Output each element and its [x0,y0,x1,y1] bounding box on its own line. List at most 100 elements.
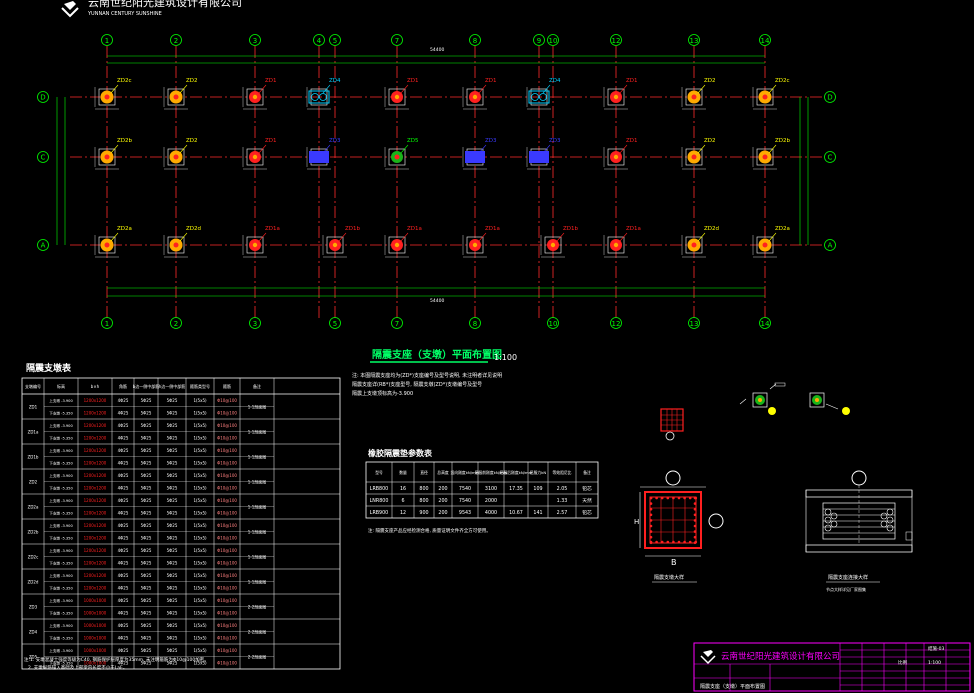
axis-label-left-A: A [41,242,46,250]
pier-label: ZD1a [407,226,422,232]
bearing-table-header: 数量 [399,470,407,475]
pier-table-cell: 下支墩 -5.350 [49,561,73,566]
pier-table-cell: Φ10@100 [217,586,237,591]
pier-table-cell: Φ10@100 [217,561,237,566]
pier-table-cell: 1200x1200 [84,411,107,416]
pier-table-header: 箍筋 [223,383,231,389]
pier-table-cell: 4Φ25 [118,561,129,566]
pier-table-cell: 1200x1200 [84,511,107,516]
axis-label-right-D: D [827,94,832,102]
pier-table-cell: 4Φ25 [118,523,129,528]
company-name-top: 云南世纪阳光建筑设计有限公司 [88,0,242,9]
pier-table-cell: 4Φ25 [118,598,129,603]
axis-label-right-C: C [828,154,833,162]
pier-table-cell: 5Φ25 [141,586,152,591]
pier-table-cell: 4Φ25 [118,648,129,653]
pier-label: ZD2c [775,78,790,84]
pier-table-cell: 下支墩 -5.350 [49,586,73,591]
pier-table-cell: 5Φ25 [167,611,178,616]
pier-table-cell: 上支墩 -3.900 [49,398,73,403]
pier-table-cell: 5Φ25 [141,411,152,416]
bearing-table-header: 直径 [420,470,428,475]
bearing-table-header: 等效阻尼比 [553,470,572,475]
pier-table-cell: 4Φ25 [118,461,129,466]
pier-label: ZD1 [485,78,497,84]
pier-table-cell: 5Φ25 [141,423,152,428]
axis-label-top-3: 3 [253,37,257,45]
pier-table-cell: 4Φ25 [118,473,129,478]
pier-table-cell: ZD1b [28,455,39,460]
pier-table-cell: Φ10@100 [217,548,237,553]
pier-label: ZD2d [704,226,719,232]
pier-label: ZD2d [186,226,201,232]
axis-label-bottom-1: 1 [105,320,109,328]
pier-table-cell: 5Φ25 [167,573,178,578]
pier-table-cell: ZD2b [28,530,39,535]
pier-label: ZD2a [775,226,790,232]
pier-table-cell: 下支墩 -5.350 [49,511,73,516]
pier-table-cell: 4Φ25 [118,636,129,641]
bearing-table-cell: 6 [401,498,404,504]
pier-table-cell: 5Φ25 [167,461,178,466]
axis-label-bottom-12: 12 [612,320,621,328]
plan-note-1: 注: 本图隔震支座均为(ZD*)支座编号及型号说明, 未注明者详见说明 [352,372,502,379]
pier-table-cell: ZD2a [28,505,39,510]
pier-label: ZD5 [407,138,419,144]
connection-caption: 隔震支座连接大样 [828,574,868,581]
plan-title: 隔震支座（支墩）平面布置图 [372,348,502,361]
pier-table-cell: 1000x1000 [84,623,107,628]
pier-table-cell: Φ10@100 [217,661,237,666]
pier-section-caption: 隔震支墩大样 [654,574,684,581]
pier-table-cell: Φ10@100 [217,448,237,453]
bearing-table-cell: 109 [533,486,542,492]
pier-table-cell: ZD2d [28,580,39,585]
pier-table-cell: 1(5x5) [193,586,207,591]
pier-label: ZD4 [329,78,341,84]
pier-table-cell: 1(5x5) [193,561,207,566]
bearing-table-note: 注: 隔震支座产品应经检测合格, 质量证明文件齐全方可使用。 [368,527,491,534]
pier-label: ZD2b [117,138,133,144]
axis-label-top-9: 9 [537,37,541,45]
pier-table-header: b×h [91,384,100,389]
pier-table-cell: 5Φ25 [167,423,178,428]
pier-table-cell: 1200x1200 [84,548,107,553]
bearing-table-header: 总高度 [437,470,449,475]
pier-table-cell: 5Φ25 [167,436,178,441]
axis-label-right-A: A [828,242,833,250]
pier-table-cell: 下支墩 -5.350 [49,411,73,416]
pier-table-cell: 下支墩 -5.350 [49,461,73,466]
pier-table-cell: Φ10@100 [217,598,237,603]
pier-table-cell: 4Φ25 [118,398,129,403]
axis-label-top-2: 2 [174,37,178,45]
bearing-table-cell: 12 [400,510,406,516]
pier-table-cell: ZD2 [29,480,38,485]
pier-table-cell: 1200x1200 [84,398,107,403]
plan-scale: 1:100 [494,353,517,362]
bearing-table-cell: 900 [419,510,428,516]
pier-table-cell: 下支墩 -5.350 [49,536,73,541]
axis-label-bottom-5: 5 [333,320,337,328]
pier-note-1: 注:1. 支墩混凝土强度等级为C40, 钢筋保护层厚度为35mm, 未注明箍筋为… [24,656,209,663]
pier-table-cell: 1200x1200 [84,498,107,503]
title-block-company: 云南世纪阳光建筑设计有限公司 [721,651,840,662]
pier-label: ZD2 [186,138,198,144]
pier-table-cell: 上支墩 -3.900 [49,473,73,478]
bearing-table-cell: 10.67 [509,510,523,516]
pier-table-cell: 5Φ25 [167,511,178,516]
pier-table-header: 箍筋类型号 [190,383,210,389]
pier-table-cell: 1(5x5) [193,536,207,541]
pier-table-cell: 1200x1200 [84,573,107,578]
pier-table-cell: 5Φ25 [167,536,178,541]
axis-label-left-C: C [41,154,46,162]
pier-table-cell: ZD1 [29,405,38,410]
pier-label: ZD2 [704,138,716,144]
bearing-table-cell: 3100 [485,486,497,492]
overall-dim-top: 54400 [430,47,444,53]
pier-table-cell: Φ10@100 [217,636,237,641]
pier-table-cell: 1(5x5) [193,511,207,516]
axis-label-top-14: 14 [761,37,770,45]
pier-table-cell: 5Φ25 [141,498,152,503]
axis-label-top-13: 13 [690,37,699,45]
pier-table-cell: Φ10@100 [217,486,237,491]
pier-table-cell: Φ10@100 [217,498,237,503]
